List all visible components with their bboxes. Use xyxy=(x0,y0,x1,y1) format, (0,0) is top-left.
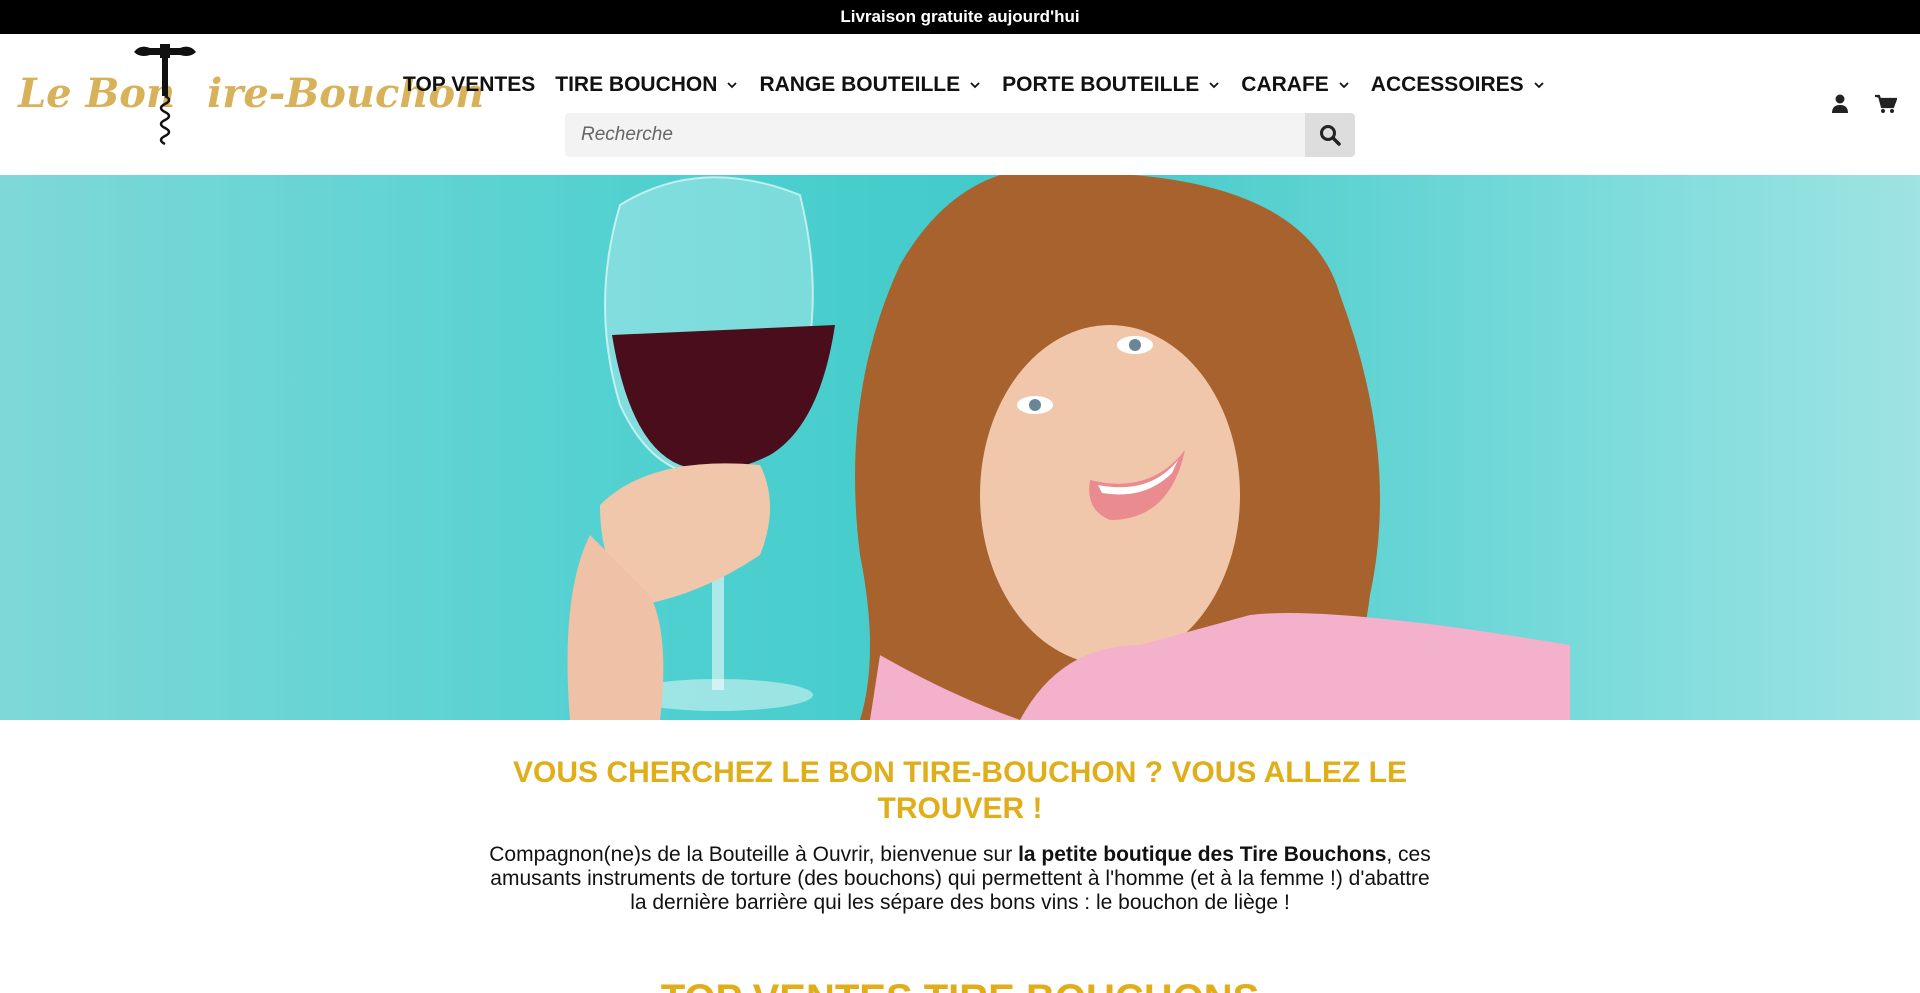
chevron-down-icon xyxy=(1209,82,1219,89)
intro-text: Compagnon(ne)s de la Bouteille à Ouvrir,… xyxy=(480,843,1440,915)
main-nav: TOP VENTES TIRE BOUCHON RANGE BOUTEILLE … xyxy=(403,68,1566,102)
section-title: TOP VENTES TIRE BOUCHONS xyxy=(0,975,1920,993)
chevron-down-icon xyxy=(1339,82,1349,89)
announcement-bar: Livraison gratuite aujourd'hui xyxy=(0,0,1920,34)
nav-item-accessoires[interactable]: ACCESSOIRES xyxy=(1371,73,1546,97)
nav-item-label: TOP VENTES xyxy=(403,73,536,96)
nav-item-label: CARAFE xyxy=(1241,73,1329,96)
search-input[interactable] xyxy=(565,113,1305,157)
header-icons xyxy=(1828,92,1898,116)
site-logo[interactable]: Le Bon ire-Bouchon xyxy=(18,42,484,154)
nav-item-label: RANGE BOUTEILLE xyxy=(759,73,961,96)
account-button[interactable] xyxy=(1828,92,1852,116)
hero-banner[interactable] xyxy=(0,175,1920,720)
chevron-down-icon xyxy=(727,82,738,89)
nav-item-range-bouteille[interactable]: RANGE BOUTEILLE xyxy=(759,73,982,97)
nav-item-label: PORTE BOUTEILLE xyxy=(1002,73,1200,96)
chevron-down-icon xyxy=(1534,82,1544,89)
cart-button[interactable] xyxy=(1874,92,1898,116)
nav-item-tire-bouchon[interactable]: TIRE BOUCHON xyxy=(555,73,739,97)
nav-item-carafe[interactable]: CARAFE xyxy=(1241,73,1351,97)
chevron-down-icon xyxy=(970,82,980,89)
intro-text-start: Compagnon(ne)s de la Bouteille à Ouvrir,… xyxy=(489,843,1019,866)
intro-section: VOUS CHERCHEZ LE BON TIRE-BOUCHON ? VOUS… xyxy=(0,755,1920,915)
intro-text-bold: la petite boutique des Tire Bouchons xyxy=(1018,843,1387,866)
intro-title: VOUS CHERCHEZ LE BON TIRE-BOUCHON ? VOUS… xyxy=(513,756,1407,825)
nav-item-label: ACCESSOIRES xyxy=(1370,73,1524,96)
nav-item-porte-bouteille[interactable]: PORTE BOUTEILLE xyxy=(1002,73,1221,97)
announcement-text: Livraison gratuite aujourd'hui xyxy=(840,7,1080,26)
nav-item-label: TIRE BOUCHON xyxy=(555,73,718,96)
search-icon xyxy=(1320,125,1341,146)
user-icon xyxy=(1832,94,1848,113)
search-button[interactable] xyxy=(1305,113,1355,157)
corkscrew-icon xyxy=(134,44,196,146)
cart-icon xyxy=(1875,94,1897,113)
nav-item-top-ventes[interactable]: TOP VENTES xyxy=(403,73,535,97)
hero-image xyxy=(567,175,1570,720)
search-bar xyxy=(565,113,1355,157)
site-header: Le Bon ire-Bouchon TOP VENTES TIRE BOUCHO… xyxy=(0,34,1920,175)
